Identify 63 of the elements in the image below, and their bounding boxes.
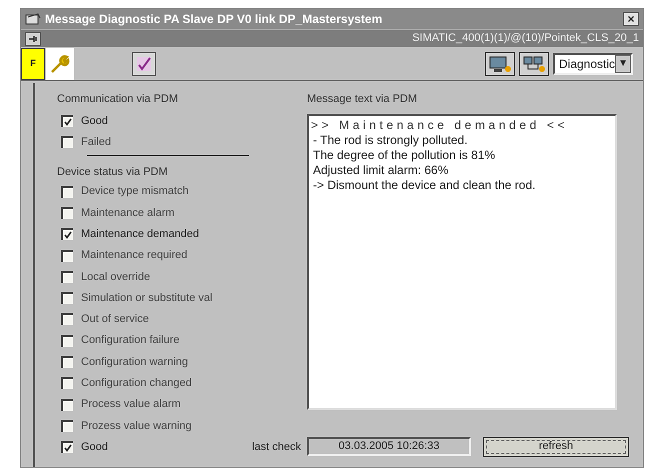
checkbox-label: Process value alarm xyxy=(81,397,181,412)
view-select[interactable]: Diagnostic ▼ xyxy=(553,52,633,74)
checkbox-label: Simulation or substitute val xyxy=(81,290,212,306)
checkbox[interactable] xyxy=(61,228,73,240)
pin-icon xyxy=(28,34,38,44)
checkbox[interactable] xyxy=(61,186,73,198)
checkbox[interactable] xyxy=(61,398,73,411)
f-button[interactable]: F xyxy=(21,48,45,80)
network-icon xyxy=(522,54,546,72)
checkbox[interactable] xyxy=(61,270,73,283)
checkbox-label: Maintenance required xyxy=(81,248,188,264)
message-line: - The rod is strongly polluted. xyxy=(312,132,469,148)
app-icon xyxy=(25,12,41,26)
checkbox[interactable] xyxy=(61,250,73,262)
checklist-icon xyxy=(135,54,153,72)
section-title: Message text via PDM xyxy=(307,92,418,107)
checkbox-label: Good xyxy=(81,114,108,129)
checkbox-label: Configuration changed xyxy=(81,376,192,392)
checkbox-label: Local override xyxy=(81,270,150,285)
message-text-area[interactable]: >> Maintenance demanded << - The rod is strongly polluted. The degree of the pollution is 81% Adjusted limit alarm: 66% -> Dismount the device and clean the rod. xyxy=(307,114,617,410)
monitor-button[interactable] xyxy=(485,52,515,76)
checkbox-label: Device type mismatch xyxy=(81,184,189,200)
message-line: Adjusted limit alarm: 66% xyxy=(312,162,450,178)
device-path: SIMATIC_400(1)(1)/@(10)/Pointek_CLS_20_1 xyxy=(412,31,639,46)
section-title: Communication via PDM xyxy=(57,92,180,107)
checkbox[interactable] xyxy=(61,115,73,127)
checkbox-label: Out of service xyxy=(81,312,149,328)
checkbox[interactable] xyxy=(61,313,73,326)
checkmark-icon xyxy=(64,231,72,240)
monitor-icon xyxy=(488,54,512,72)
checkbox-label: Good xyxy=(81,440,108,455)
section-title: Device status via PDM xyxy=(57,164,169,180)
checklist-button[interactable] xyxy=(132,52,156,76)
checkbox-label: Configuration failure xyxy=(81,333,180,348)
refresh-button[interactable]: refresh xyxy=(483,436,629,456)
checkbox[interactable] xyxy=(61,206,73,219)
checkbox[interactable] xyxy=(61,356,73,368)
checkmark-icon xyxy=(64,118,72,126)
checkbox[interactable] xyxy=(61,377,73,390)
checkbox-label: Maintenance demanded xyxy=(81,226,200,242)
pin-button[interactable] xyxy=(25,32,41,46)
checkbox-label: Failed xyxy=(81,134,111,150)
close-button[interactable]: × xyxy=(623,12,639,26)
wrench-button[interactable] xyxy=(46,48,74,80)
checkbox[interactable] xyxy=(61,292,73,304)
checkbox-label: Maintenance alarm xyxy=(81,206,175,221)
checkbox[interactable] xyxy=(61,136,73,148)
dropdown-button[interactable]: ▼ xyxy=(615,54,631,72)
checkbox-label: Prozess value warning xyxy=(81,418,192,434)
wrench-icon xyxy=(49,52,71,74)
select-value: Diagnostic xyxy=(558,56,616,72)
message-line: -> Dismount the device and clean the rod. xyxy=(312,178,536,192)
checkbox[interactable] xyxy=(61,441,73,454)
checkbox-label: Configuration warning xyxy=(81,354,188,370)
checkbox[interactable] xyxy=(61,334,73,347)
message-line: The degree of the pollution is 81% xyxy=(312,148,496,162)
network-button[interactable] xyxy=(519,52,549,76)
last-check-time: 03.03.2005 10:26:33 xyxy=(307,437,471,456)
checkmark-icon xyxy=(64,444,72,452)
window-title: Message Diagnostic PA Slave DP V0 link DP_Mastersystem xyxy=(45,11,384,28)
checkbox[interactable] xyxy=(61,420,73,432)
last-check-label: last check xyxy=(252,440,302,455)
message-heading: >> Maintenance demanded << xyxy=(311,118,570,132)
